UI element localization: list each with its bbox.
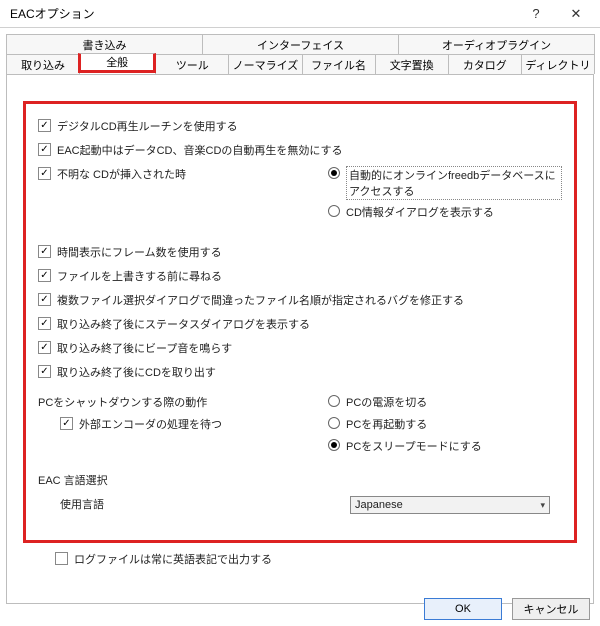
label-lang-section: EAC 言語選択 [38, 472, 562, 490]
language-select[interactable]: Japanese ▾ [350, 496, 550, 514]
checkbox-digital-cd[interactable] [38, 119, 51, 132]
tab-extract[interactable]: 取り込み [6, 54, 80, 74]
tab-catalog[interactable]: カタログ [448, 54, 522, 74]
label-overwrite-ask: ファイルを上書きする前に尋ねる [57, 268, 222, 284]
label-cd-info-dialog: CD情報ダイアログを表示する [346, 204, 494, 220]
label-digital-cd: デジタルCD再生ルーチンを使用する [57, 118, 238, 134]
label-frame-time: 時間表示にフレーム数を使用する [57, 244, 222, 260]
tab-general[interactable]: 全般 [78, 53, 156, 73]
checkbox-eject[interactable] [38, 365, 51, 378]
dialog-footer: OK キャンセル [424, 598, 590, 620]
tab-interface[interactable]: インターフェイス [202, 34, 399, 54]
tab-charreplace[interactable]: 文字置換 [375, 54, 449, 74]
tab-directory[interactable]: ディレクトリ [521, 54, 595, 74]
ok-button[interactable]: OK [424, 598, 502, 620]
radio-freedb[interactable] [328, 167, 340, 179]
label-restart: PCを再起動する [346, 416, 427, 432]
checkbox-wait-encoder[interactable] [60, 417, 73, 430]
chevron-down-icon: ▾ [540, 500, 545, 511]
checkbox-unknown-cd[interactable] [38, 167, 51, 180]
label-freedb: 自動的にオンラインfreedbデータベースにアクセスする [346, 166, 562, 200]
tab-strip: 書き込み インターフェイス オーディオプラグイン 取り込み 全般 ツール ノーマ… [0, 28, 600, 74]
label-show-status: 取り込み終了後にステータスダイアログを表示する [57, 316, 310, 332]
language-value: Japanese [355, 499, 403, 511]
checkbox-multi-file-bug[interactable] [38, 293, 51, 306]
cancel-button[interactable]: キャンセル [512, 598, 590, 620]
tab-tools[interactable]: ツール [155, 54, 229, 74]
radio-sleep[interactable] [328, 439, 340, 451]
close-button[interactable]: ✕ [556, 0, 596, 28]
label-multi-file-bug: 複数ファイル選択ダイアログで間違ったファイル名順が指定されるバグを修正する [57, 292, 464, 308]
label-disable-autoplay: EAC起動中はデータCD、音楽CDの自動再生を無効にする [57, 142, 343, 158]
label-wait-encoder: 外部エンコーダの処理を待つ [79, 416, 222, 432]
label-eject: 取り込み終了後にCDを取り出す [57, 364, 216, 380]
help-button[interactable]: ? [516, 0, 556, 28]
highlighted-section: デジタルCD再生ルーチンを使用する EAC起動中はデータCD、音楽CDの自動再生… [23, 101, 577, 543]
label-lang: 使用言語 [60, 496, 350, 512]
checkbox-beep[interactable] [38, 341, 51, 354]
titlebar: EACオプション ? ✕ [0, 0, 600, 28]
tab-content: デジタルCD再生ルーチンを使用する EAC起動中はデータCD、音楽CDの自動再生… [6, 74, 594, 604]
checkbox-frame-time[interactable] [38, 245, 51, 258]
checkbox-disable-autoplay[interactable] [38, 143, 51, 156]
label-shutdown-section: PCをシャットダウンする際の動作 [38, 394, 328, 410]
label-sleep: PCをスリープモードにする [346, 438, 482, 454]
radio-cd-info-dialog[interactable] [328, 205, 340, 217]
checkbox-show-status[interactable] [38, 317, 51, 330]
checkbox-log-english[interactable] [55, 552, 68, 565]
tab-write[interactable]: 書き込み [6, 34, 203, 54]
tab-audio-plugin[interactable]: オーディオプラグイン [398, 34, 595, 54]
tab-filename[interactable]: ファイル名 [302, 54, 376, 74]
label-power-off: PCの電源を切る [346, 394, 427, 410]
radio-restart[interactable] [328, 417, 340, 429]
label-unknown-cd: 不明な CDが挿入された時 [57, 166, 186, 182]
checkbox-overwrite-ask[interactable] [38, 269, 51, 282]
label-beep: 取り込み終了後にビープ音を鳴らす [57, 340, 232, 356]
radio-power-off[interactable] [328, 395, 340, 407]
tab-normalize[interactable]: ノーマライズ [228, 54, 302, 74]
label-log-english: ログファイルは常に英語表記で出力する [74, 551, 272, 567]
window-title: EACオプション [10, 5, 516, 22]
